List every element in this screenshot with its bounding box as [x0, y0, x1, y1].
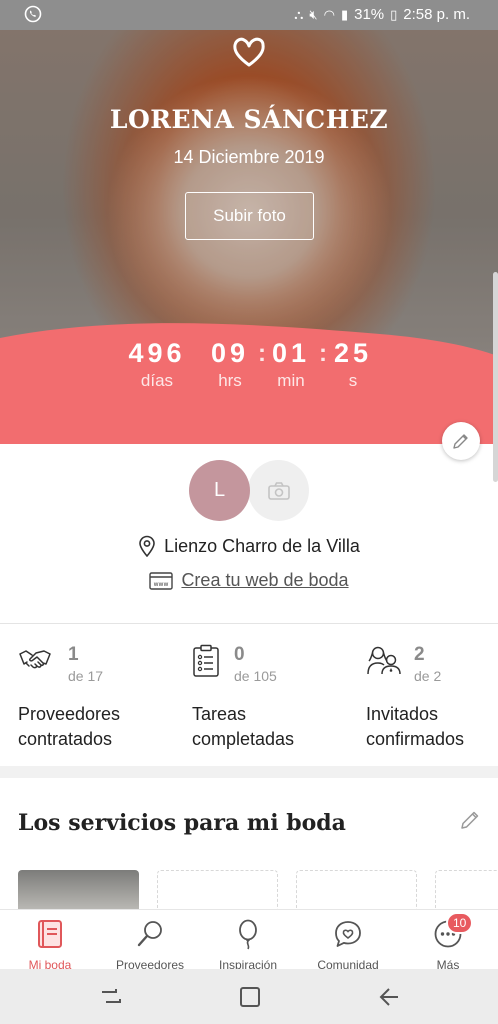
guests-count: 2 [414, 644, 425, 665]
section-separator [0, 766, 498, 778]
search-icon [137, 921, 162, 947]
edit-profile-button[interactable] [442, 422, 480, 460]
handshake-icon [19, 650, 51, 669]
nav-label: Comunidad [317, 958, 379, 969]
divider [0, 623, 498, 624]
app-screen: ⛬ 🔇︎ ◠ ▮ 31% ▯ 2:58 p. m. LORENA SÁNCHEZ… [0, 0, 498, 1024]
guests-label-line1: Invitados [366, 704, 439, 724]
camera-icon [267, 481, 290, 500]
couple-names: LORENA SÁNCHEZ [109, 105, 389, 134]
venue-row[interactable]: Lienzo Charro de la Villa [0, 535, 498, 557]
countdown-seconds: 25 s [328, 338, 378, 391]
countdown: 496 días 09 hrs : 01 min : 25 s [0, 338, 498, 404]
days-value: 496 [128, 338, 186, 368]
upload-photo-button[interactable]: Subir foto [185, 192, 314, 240]
guests-icon [367, 646, 401, 675]
home-icon[interactable] [236, 983, 264, 1011]
countdown-hours: 09 hrs [205, 338, 255, 391]
heart-logo-icon [233, 37, 265, 67]
status-bar: ⛬ 🔇︎ ◠ ▮ 31% ▯ 2:58 p. m. [0, 0, 498, 30]
suppliers-label: Proveedores contratados [18, 702, 178, 752]
hours-label: hrs [218, 371, 242, 390]
seconds-label: s [348, 371, 358, 390]
guests-total: de 2 [414, 668, 442, 684]
signal-icon: ▮ [340, 6, 349, 22]
add-partner-photo-button[interactable] [248, 460, 309, 521]
wedding-date: 14 Diciembre 2019 [173, 147, 325, 167]
svg-text:www: www [154, 581, 169, 588]
avatar[interactable]: L [189, 460, 250, 521]
nav-label: Proveedores [115, 958, 185, 969]
suppliers-total: de 17 [68, 668, 104, 684]
notification-badge: 10 [446, 912, 474, 934]
countdown-minutes: 01 min [266, 338, 316, 391]
stat-tasks[interactable]: 0 de 105 Tareas completadas [192, 644, 352, 752]
clock: 2:58 p. m. [403, 6, 470, 23]
wedding-website-row[interactable]: www Crea tu web de boda [0, 570, 498, 591]
chat-heart-icon [335, 921, 361, 947]
scroll-indicator [493, 272, 498, 482]
notebook-icon [38, 920, 62, 948]
services-title: Los servicios para mi boda [18, 810, 346, 836]
balloon-icon [239, 919, 257, 950]
nav-label: Más [436, 958, 460, 969]
days-label: días [140, 371, 174, 390]
hours-value: 09 [210, 338, 250, 368]
minutes-value: 01 [271, 338, 311, 368]
countdown-days: 496 días [116, 338, 198, 391]
tasks-count: 0 [234, 644, 245, 665]
suppliers-count: 1 [68, 644, 79, 665]
suppliers-label-line2: contratados [18, 729, 113, 749]
battery-icon: ▯ [390, 6, 398, 22]
stat-suppliers[interactable]: 1 de 17 Proveedores contratados [18, 644, 178, 752]
battery-level: 31% [354, 6, 385, 23]
minutes-label: min [277, 371, 305, 390]
network-icon: ⛬ [294, 6, 304, 22]
suppliers-label-line1: Proveedores [18, 704, 121, 724]
back-icon[interactable] [375, 983, 403, 1011]
location-pin-icon [139, 535, 155, 557]
create-website-link[interactable]: Crea tu web de boda [181, 570, 348, 591]
website-icon: www [149, 571, 174, 590]
countdown-separator: : [258, 340, 266, 367]
nav-label: Inspiración [218, 958, 278, 969]
tasks-total: de 105 [234, 668, 277, 684]
system-navigation-bar [0, 969, 498, 1024]
venue-name: Lienzo Charro de la Villa [164, 535, 360, 556]
nav-mi-boda[interactable]: Mi boda [0, 910, 100, 969]
stat-guests[interactable]: 2 de 2 Invitados confirmados [366, 644, 498, 752]
pencil-icon [453, 434, 468, 449]
pencil-icon[interactable] [458, 808, 482, 832]
whatsapp-icon [24, 5, 42, 27]
tasks-label-line2: completadas [192, 729, 295, 749]
bottom-navigation: Mi boda Proveedores Inspiración Comunida… [0, 909, 498, 969]
guests-label: Invitados confirmados [366, 702, 498, 752]
wifi-icon: ◠ [323, 6, 335, 22]
nav-comunidad[interactable]: Comunidad [298, 910, 398, 969]
clipboard-icon [193, 644, 219, 677]
recent-apps-icon[interactable] [97, 983, 125, 1011]
seconds-value: 25 [333, 338, 373, 368]
countdown-separator: : [319, 340, 327, 367]
nav-label: Mi boda [28, 958, 72, 969]
nav-inspiracion[interactable]: Inspiración [198, 910, 298, 969]
nav-proveedores[interactable]: Proveedores [100, 910, 200, 969]
tasks-label: Tareas completadas [192, 702, 352, 752]
mute-icon: 🔇︎ [309, 6, 318, 22]
tasks-label-line1: Tareas [192, 704, 247, 724]
guests-label-line2: confirmados [366, 729, 465, 749]
